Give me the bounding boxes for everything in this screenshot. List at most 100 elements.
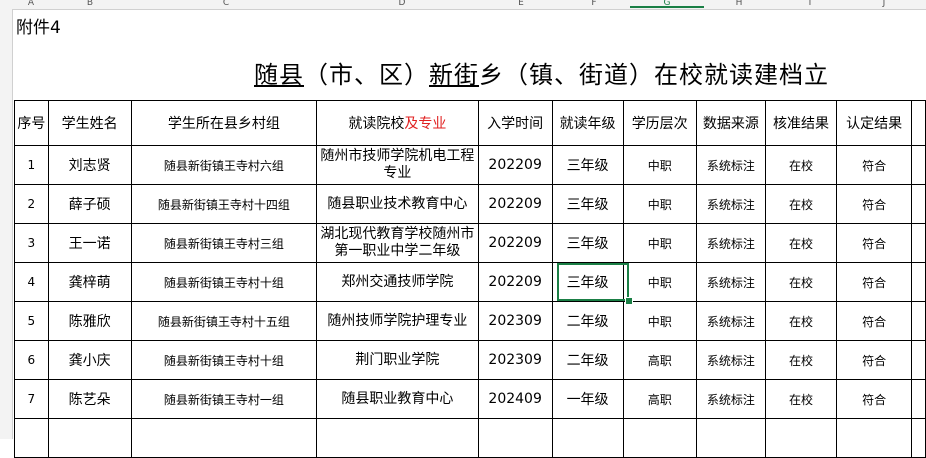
- cell-result[interactable]: 符合: [836, 379, 913, 419]
- cell[interactable]: [764, 418, 838, 458]
- column-header-j[interactable]: J: [846, 0, 922, 9]
- cell-enroll[interactable]: 202209: [477, 184, 553, 224]
- cell-school[interactable]: 郑州交通技师学院: [316, 262, 479, 302]
- column-header-k[interactable]: K: [922, 0, 926, 9]
- cell-verify[interactable]: 在校: [764, 379, 838, 419]
- cell-grade[interactable]: 二年级: [551, 340, 624, 380]
- cell-village[interactable]: 随县新街镇王寺村十组: [130, 340, 318, 380]
- cell[interactable]: [911, 379, 926, 419]
- column-header-g[interactable]: G: [630, 0, 704, 8]
- cell-grade[interactable]: 一年级: [551, 379, 624, 419]
- cell-result[interactable]: 符合: [836, 340, 913, 380]
- column-heading[interactable]: 序号: [14, 100, 49, 146]
- cell-no[interactable]: 3: [14, 223, 49, 263]
- column-heading[interactable]: 学生所在县乡村组: [130, 100, 318, 146]
- cell-school[interactable]: 随州市技师学院机电工程专业: [316, 145, 479, 185]
- cell-name[interactable]: 陈雅欣: [47, 301, 132, 341]
- column-header-h[interactable]: H: [704, 0, 774, 9]
- row-header-gutter[interactable]: [0, 9, 13, 439]
- cell-school[interactable]: 随县职业技术教育中心: [316, 184, 479, 224]
- cell[interactable]: [47, 418, 132, 458]
- sheet-title[interactable]: 随县（市、区）新街乡（镇、街道）在校就读建档立: [254, 55, 829, 90]
- column-heading[interactable]: 学生姓名: [47, 100, 132, 146]
- column-header-bar[interactable]: ABCDEFGHIJK: [0, 0, 926, 10]
- cell-level[interactable]: 高职: [622, 379, 697, 419]
- column-heading[interactable]: 核准结果: [764, 100, 838, 146]
- cell[interactable]: [911, 145, 926, 185]
- cell[interactable]: [316, 418, 479, 458]
- cell-village[interactable]: 随县新街镇王寺村十五组: [130, 301, 318, 341]
- cell-grade[interactable]: 三年级: [551, 184, 624, 224]
- cell-source[interactable]: 系统标注: [695, 145, 766, 185]
- cell[interactable]: [911, 223, 926, 263]
- cell-village[interactable]: 随县新街镇王寺村六组: [130, 145, 318, 185]
- cell-verify[interactable]: 在校: [764, 340, 838, 380]
- cell-grade[interactable]: 三年级: [551, 145, 624, 185]
- cell-source[interactable]: 系统标注: [695, 262, 766, 302]
- column-heading[interactable]: 数据来源: [695, 100, 766, 146]
- cell-no[interactable]: 7: [14, 379, 49, 419]
- cell-verify[interactable]: 在校: [764, 262, 838, 302]
- cell-level[interactable]: 中职: [622, 184, 697, 224]
- cell-level[interactable]: 中职: [622, 301, 697, 341]
- cell-source[interactable]: 系统标注: [695, 340, 766, 380]
- cell-verify[interactable]: 在校: [764, 145, 838, 185]
- cell[interactable]: [622, 418, 697, 458]
- column-header-c[interactable]: C: [132, 0, 320, 9]
- cell-verify[interactable]: 在校: [764, 184, 838, 224]
- annex-label[interactable]: 附件4: [16, 13, 61, 38]
- cell-village[interactable]: 随县新街镇王寺村三组: [130, 223, 318, 263]
- cell-level[interactable]: 中职: [622, 262, 697, 302]
- cell-enroll[interactable]: 202209: [477, 262, 553, 302]
- cell-enroll[interactable]: 202409: [477, 379, 553, 419]
- column-heading[interactable]: 就读年级: [551, 100, 624, 146]
- cell-village[interactable]: 随县新街镇王寺村十四组: [130, 184, 318, 224]
- cell[interactable]: [695, 418, 766, 458]
- cell[interactable]: [911, 262, 926, 302]
- cell-result[interactable]: 符合: [836, 262, 913, 302]
- cell-name[interactable]: 王一诺: [47, 223, 132, 263]
- column-heading[interactable]: 学历层次: [622, 100, 697, 146]
- cell-result[interactable]: 符合: [836, 301, 913, 341]
- cell-enroll[interactable]: 202209: [477, 145, 553, 185]
- cell-grade[interactable]: 三年级: [551, 223, 624, 263]
- cell-result[interactable]: 符合: [836, 145, 913, 185]
- cell-name[interactable]: 陈艺朵: [47, 379, 132, 419]
- cell-enroll[interactable]: 202309: [477, 340, 553, 380]
- cell-enroll[interactable]: 202309: [477, 301, 553, 341]
- cell[interactable]: [477, 418, 553, 458]
- cell-no[interactable]: 2: [14, 184, 49, 224]
- cell-result[interactable]: 符合: [836, 184, 913, 224]
- cell-source[interactable]: 系统标注: [695, 184, 766, 224]
- column-header-f[interactable]: F: [558, 0, 630, 9]
- cell-school[interactable]: 荆门职业学院: [316, 340, 479, 380]
- cell-school[interactable]: 湖北现代教育学校随州市第一职业中学二年级: [316, 223, 479, 263]
- cell-school[interactable]: 随县职业教育中心: [316, 379, 479, 419]
- cell-name[interactable]: 龚梓萌: [47, 262, 132, 302]
- cell-source[interactable]: 系统标注: [695, 379, 766, 419]
- cell-school[interactable]: 随州技师学院护理专业: [316, 301, 479, 341]
- cell[interactable]: [911, 301, 926, 341]
- column-header-i[interactable]: I: [774, 0, 846, 9]
- cell-result[interactable]: 符合: [836, 223, 913, 263]
- cell-no[interactable]: 1: [14, 145, 49, 185]
- column-heading[interactable]: 就读院校及专业: [316, 100, 479, 146]
- cell-no[interactable]: 4: [14, 262, 49, 302]
- cell-grade[interactable]: 二年级: [551, 301, 624, 341]
- cell-source[interactable]: 系统标注: [695, 301, 766, 341]
- cell[interactable]: [14, 418, 49, 458]
- cell-verify[interactable]: 在校: [764, 223, 838, 263]
- column-header-b[interactable]: B: [48, 0, 132, 9]
- selected-cell[interactable]: [557, 263, 629, 301]
- cell[interactable]: [836, 418, 913, 458]
- cell-name[interactable]: 薛子硕: [47, 184, 132, 224]
- cell[interactable]: [911, 418, 926, 458]
- cell-name[interactable]: 刘志贤: [47, 145, 132, 185]
- cell-village[interactable]: 随县新街镇王寺村十组: [130, 262, 318, 302]
- cell[interactable]: [130, 418, 318, 458]
- cell-level[interactable]: 中职: [622, 145, 697, 185]
- cell-level[interactable]: 中职: [622, 223, 697, 263]
- fill-handle[interactable]: [625, 297, 633, 305]
- cell[interactable]: [911, 340, 926, 380]
- cell-enroll[interactable]: 202209: [477, 223, 553, 263]
